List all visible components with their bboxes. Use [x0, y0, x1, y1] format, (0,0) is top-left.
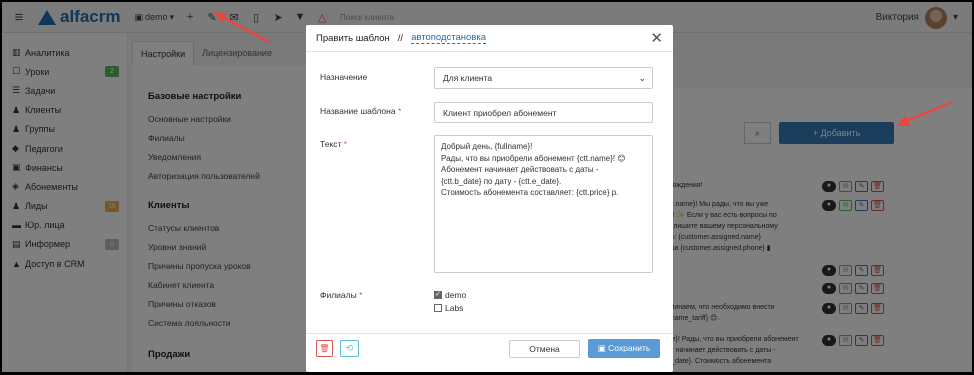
- purpose-value: Для клиента: [443, 73, 493, 83]
- template-text-textarea[interactable]: Добрый день, {fullname}! Рады, что вы пр…: [434, 135, 653, 273]
- app-window: ≡ alfacrm ▣ demo ▾ + ✎ ✉ ▯ ➤ ▼ △ Поиск к…: [2, 2, 972, 372]
- close-icon[interactable]: ✕: [650, 29, 663, 47]
- edit-template-modal: Править шаблон // автоподстановка ✕ Назн…: [306, 25, 673, 372]
- save-button[interactable]: ▣ Сохранить: [588, 339, 660, 358]
- template-name-input[interactable]: Клиент приобрел абонемент: [434, 102, 653, 123]
- purpose-label: Назначение: [320, 72, 367, 82]
- annotation-arrow-icon: [213, 12, 270, 44]
- template-name-label: Название шаблона *: [320, 106, 401, 116]
- branch-checkbox-labs[interactable]: Labs: [434, 303, 463, 313]
- template-name-value: Клиент приобрел абонемент: [443, 107, 557, 118]
- branches-label-text: Филиалы: [320, 290, 357, 300]
- text-label: Текст *: [320, 139, 347, 149]
- required-mark: *: [343, 139, 348, 149]
- save-label: Сохранить: [608, 343, 651, 353]
- modal-header: Править шаблон // автоподстановка ✕: [306, 25, 673, 52]
- delete-button[interactable]: 🗑: [316, 340, 333, 357]
- branch-option-label: demo: [445, 290, 467, 300]
- required-mark: *: [397, 106, 402, 116]
- required-mark: *: [359, 290, 363, 300]
- cancel-button[interactable]: Отмена: [509, 340, 580, 358]
- chevron-down-icon: ⌄: [638, 72, 646, 83]
- branch-option-label: Labs: [445, 303, 464, 313]
- reset-button[interactable]: ⟲: [340, 340, 359, 357]
- purpose-label-text: Назначение: [320, 72, 368, 82]
- branches-label: Филиалы *: [320, 290, 362, 300]
- checkbox-icon[interactable]: [434, 304, 442, 312]
- purpose-select[interactable]: Для клиента ⌄: [434, 67, 653, 89]
- title-separator: //: [397, 32, 404, 44]
- modal-title: Править шаблон: [316, 32, 390, 44]
- template-name-label-text: Название шаблона: [320, 106, 396, 116]
- save-icon: ▣: [597, 343, 609, 353]
- branch-checkbox-demo[interactable]: ✓ demo: [434, 290, 466, 300]
- checkbox-checked-icon[interactable]: ✓: [434, 291, 442, 299]
- modal-footer-divider: [306, 333, 673, 334]
- annotation-arrow-icon: [896, 100, 953, 126]
- template-type-link[interactable]: автоподстановка: [411, 32, 486, 44]
- text-label-text: Текст: [320, 139, 342, 149]
